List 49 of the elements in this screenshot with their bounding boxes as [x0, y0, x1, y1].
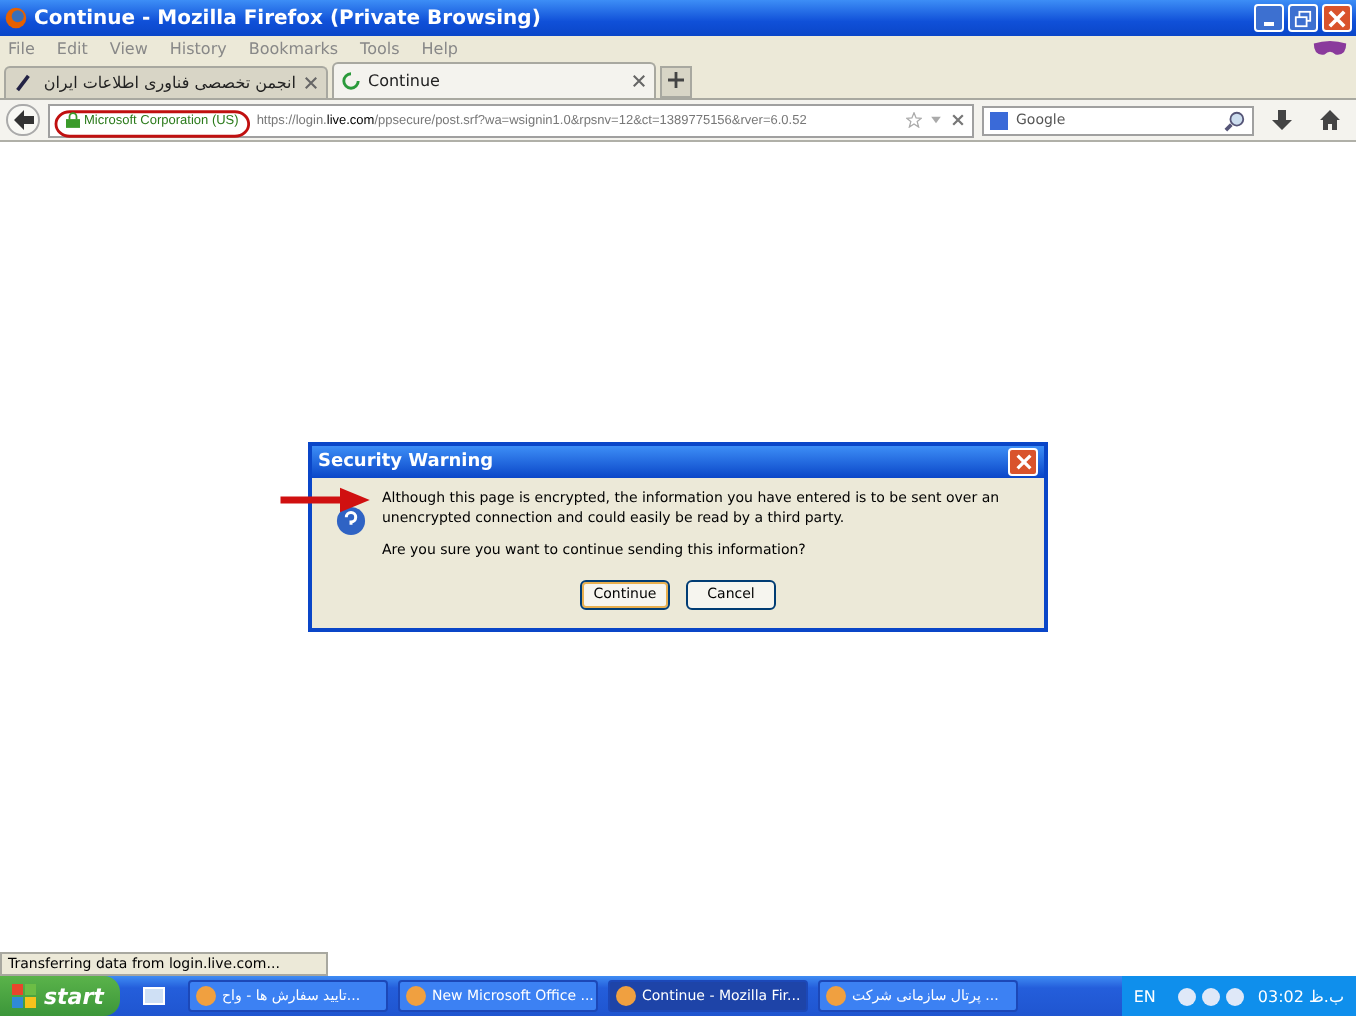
desktop-icon[interactable]	[142, 984, 166, 1008]
language-indicator[interactable]: EN	[1133, 987, 1156, 1005]
home-icon[interactable]	[1318, 108, 1342, 132]
browser-tab[interactable]: Continue	[332, 62, 656, 98]
question-icon	[336, 506, 366, 537]
menu-item[interactable]: Help	[421, 40, 459, 58]
tab-close-icon[interactable]	[304, 76, 318, 90]
back-button[interactable]	[6, 104, 40, 136]
browser-logo-icon	[4, 6, 28, 30]
plus-icon	[668, 71, 684, 87]
app-icon	[616, 986, 636, 1006]
menu-item[interactable]: File	[8, 40, 35, 58]
dialog-close-button[interactable]	[1008, 448, 1038, 477]
download-icon[interactable]	[1270, 108, 1294, 132]
tab-close-icon[interactable]	[632, 74, 646, 88]
browser-tab[interactable]: انجمن تخصصی فناوری اطلاعات ایران	[4, 66, 328, 98]
menu-item[interactable]: History	[169, 40, 227, 58]
close-button[interactable]	[1322, 4, 1352, 32]
stop-icon[interactable]	[950, 112, 966, 128]
dialog-title: Security Warning	[318, 452, 494, 473]
windows-logo-icon	[12, 984, 36, 1008]
back-arrow-icon	[11, 108, 35, 132]
restore-button[interactable]	[1288, 4, 1318, 32]
start-button[interactable]: start	[0, 976, 120, 1016]
mask-icon	[1312, 40, 1348, 58]
close-icon	[1328, 9, 1346, 27]
star-icon[interactable]	[906, 112, 922, 128]
restore-icon	[1294, 9, 1312, 27]
app-icon	[826, 986, 846, 1006]
loading-icon	[342, 72, 360, 90]
clock: 03:02 ب.ظ	[1257, 987, 1344, 1005]
search-engine-icon	[990, 111, 1008, 129]
minimize-button[interactable]	[1254, 4, 1284, 32]
window-title: Continue - Mozilla Firefox (Private Browsing)	[34, 7, 543, 29]
lock-icon	[66, 112, 80, 128]
new-tab-button[interactable]	[660, 66, 692, 98]
app-icon	[406, 986, 426, 1006]
menu-item[interactable]: Tools	[360, 40, 400, 58]
close-icon	[1015, 454, 1031, 471]
menu-item[interactable]: Edit	[56, 40, 88, 58]
app-icon	[196, 986, 216, 1006]
tab-label: انجمن تخصصی فناوری اطلاعات ایران	[41, 74, 296, 92]
search-icon[interactable]	[1224, 109, 1246, 131]
menu-item[interactable]: Bookmarks	[248, 40, 339, 58]
minimize-icon	[1264, 22, 1274, 26]
tab-label: Continue	[368, 72, 442, 90]
annotation-arrow	[280, 486, 372, 515]
menu-item[interactable]: View	[109, 40, 148, 58]
pen-icon	[14, 74, 32, 92]
